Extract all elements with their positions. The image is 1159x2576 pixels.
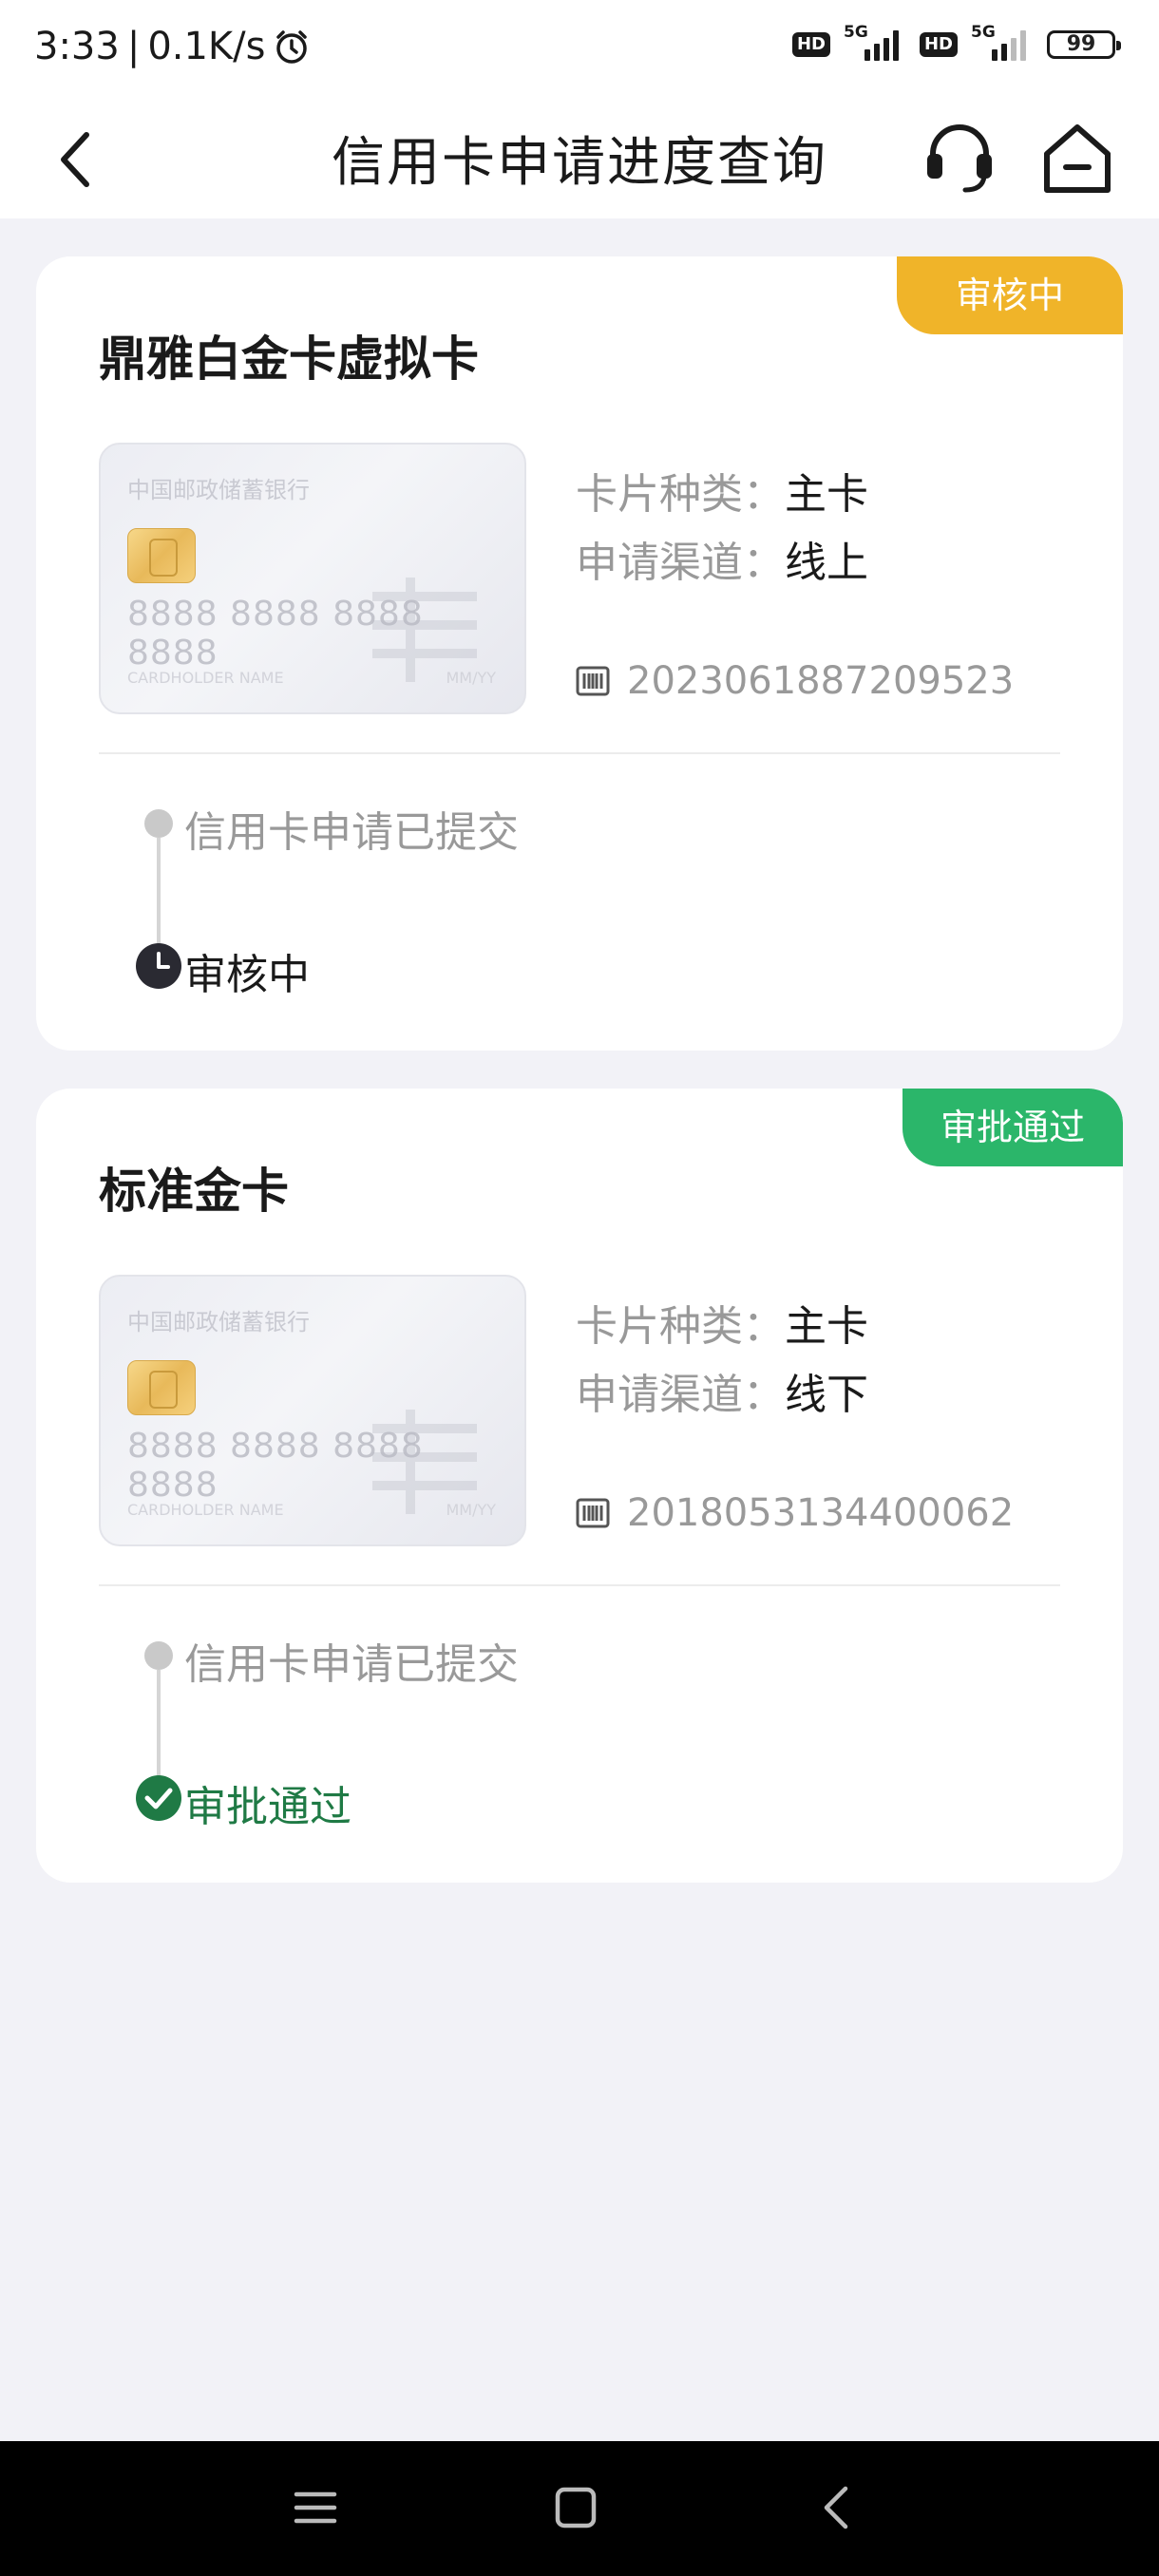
home-nav-button[interactable] [547,2479,604,2536]
expiry-label: MM/YY [446,1501,496,1519]
status-separator: | [126,25,141,68]
channel-row: 申请渠道：线上 [576,528,868,589]
application-number-row: 2023061887209523 [576,659,1014,703]
hd-badge: HD [919,32,958,57]
network-speed: 0.1K/s [147,25,266,68]
status-left: 3:33 | 0.1K/s [34,25,311,68]
timeline-dot [144,1641,173,1670]
barcode-icon [576,666,610,696]
card-type-row: 卡片种类：主卡 [576,1292,868,1353]
nav-bar: 信用卡申请进度查询 [0,103,1159,218]
home-icon [1044,124,1111,193]
menu-button[interactable] [287,2479,344,2536]
card-type-value: 主卡 [785,1302,868,1351]
status-badge: 审批通过 [902,1089,1123,1166]
cardholder-label: CARDHOLDER NAME [127,669,284,687]
card-type-value: 主卡 [785,470,868,519]
barcode-icon [576,1498,610,1528]
card-image: 中国邮政储蓄银行 8888 8888 8888 8888 CARDHOLDER … [99,443,526,714]
network-type: 5G [971,23,996,42]
hd-badge: HD [791,32,830,57]
card-name: 鼎雅白金卡虚拟卡 [99,331,479,387]
status-badge: 审核中 [896,256,1123,334]
application-card[interactable]: 审批通过 标准金卡 中国邮政储蓄银行 8888 8888 8888 8888 C… [36,1089,1123,1883]
network-type: 5G [843,23,868,42]
channel-label: 申请渠道： [576,1371,785,1419]
back-nav-button[interactable] [809,2479,866,2536]
battery-icon: 99 [1047,30,1121,59]
application-card[interactable]: 审核中 鼎雅白金卡虚拟卡 中国邮政储蓄银行 8888 8888 8888 888… [36,256,1123,1051]
card-name: 标准金卡 [99,1164,289,1219]
channel-value: 线下 [785,1371,868,1419]
status-bar: 3:33 | 0.1K/s HD 5G HD 5G 99 [0,0,1159,103]
application-number: 2018053134400062 [627,1491,1015,1535]
chip-icon [127,528,196,583]
timeline-step-current: 审批通过 [184,1783,352,1831]
timeline-dot [144,809,173,838]
cardholder-label: CARDHOLDER NAME [127,1501,284,1519]
clock-icon [136,943,181,989]
card-type-label: 卡片种类： [576,1302,785,1351]
card-image: 中国邮政储蓄银行 8888 8888 8888 8888 CARDHOLDER … [99,1275,526,1546]
expiry-label: MM/YY [446,669,496,687]
system-nav-bar [0,2441,1159,2576]
divider [99,1584,1060,1586]
card-type-label: 卡片种类： [576,470,785,519]
home-button[interactable] [1037,116,1117,201]
status-time: 3:33 [34,25,120,68]
menu-icon [294,2491,337,2524]
square-icon [555,2487,597,2529]
headset-icon [927,124,992,193]
timeline-step-submitted: 信用卡申请已提交 [184,1640,519,1689]
chip-icon [127,1360,196,1415]
channel-value: 线上 [785,539,868,587]
application-number: 2023061887209523 [627,659,1015,703]
bank-name: 中国邮政储蓄银行 [127,1309,310,1335]
signal-icon: 5G [971,23,1034,61]
channel-row: 申请渠道：线下 [576,1360,868,1421]
divider [99,752,1060,754]
status-right: HD 5G HD 5G 99 [791,23,1121,61]
channel-label: 申请渠道： [576,539,785,587]
customer-service-button[interactable] [922,116,998,201]
alarm-icon [276,30,308,64]
chevron-left-icon [824,2486,848,2529]
timeline-step-submitted: 信用卡申请已提交 [184,808,519,857]
timeline-step-current: 审核中 [184,951,310,999]
check-circle-icon [136,1775,181,1821]
card-type-row: 卡片种类：主卡 [576,460,868,521]
application-number-row: 2018053134400062 [576,1491,1014,1535]
signal-icon: 5G [844,23,906,61]
bank-name: 中国邮政储蓄银行 [127,477,310,503]
